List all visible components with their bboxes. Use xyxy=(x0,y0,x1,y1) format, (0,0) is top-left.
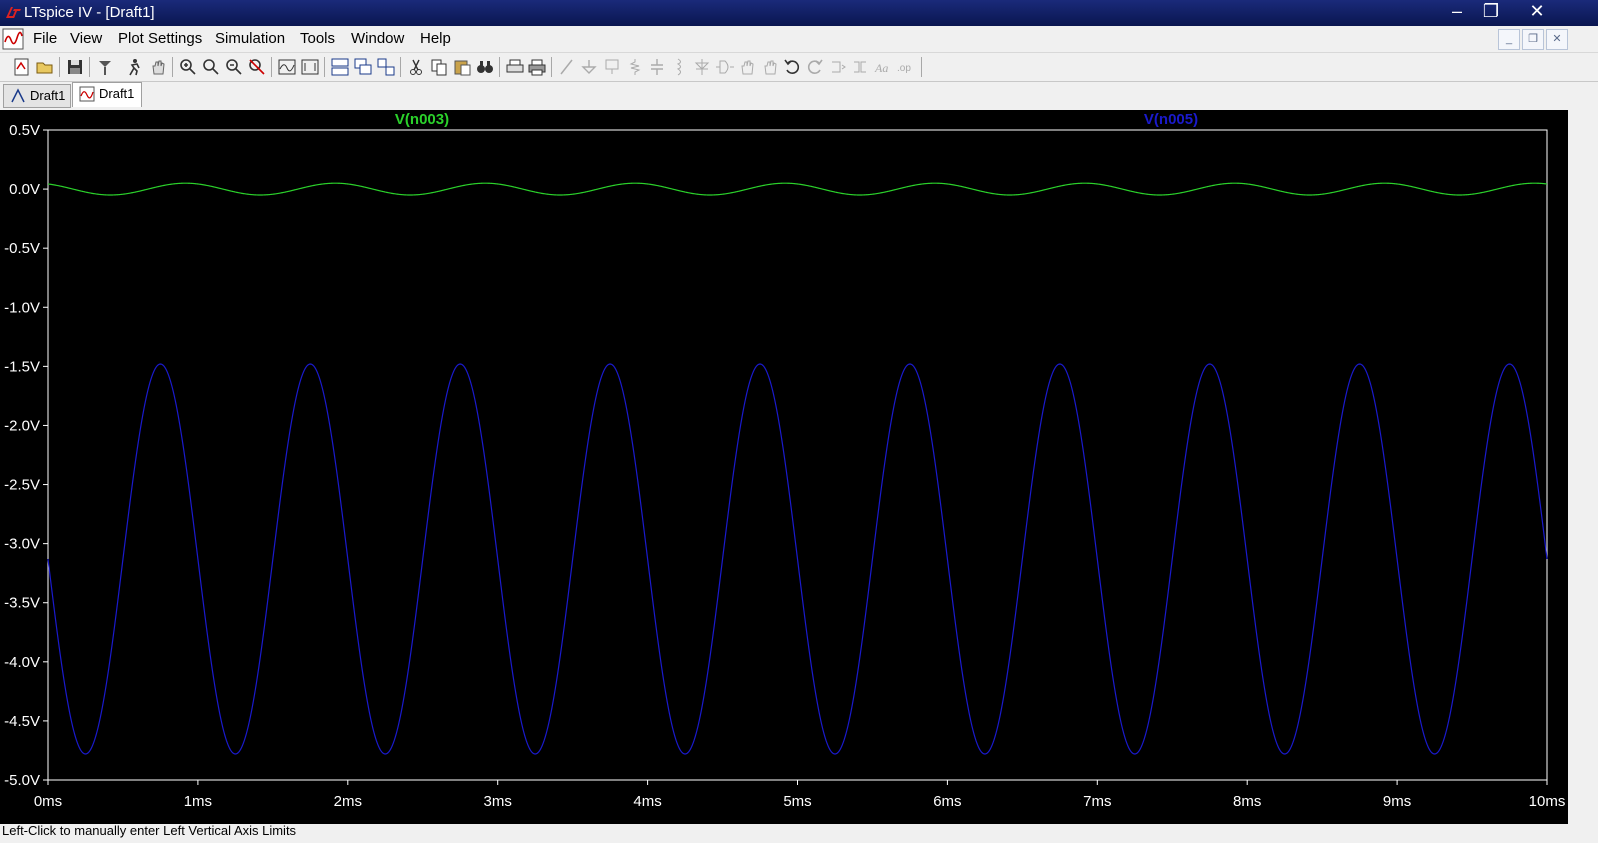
waveform-plot[interactable]: 0.5V 0.0V -0.5V -1.0V -1.5V -2.0V -2.5V -3.0V -3… xyxy=(0,110,1568,824)
x-tick-label: 8ms xyxy=(1233,793,1261,810)
x-tick-label: 7ms xyxy=(1083,793,1111,810)
x-tick-label: 0ms xyxy=(34,793,62,810)
toolbar: Aa .op xyxy=(0,53,1598,82)
y-tick-label: -2.5V xyxy=(4,477,40,494)
y-tick-label: 0.5V xyxy=(9,122,40,139)
menu-window[interactable]: Window xyxy=(351,30,404,47)
copy-icon[interactable] xyxy=(429,57,449,77)
x-tick-label: 9ms xyxy=(1383,793,1411,810)
y-tick-label: -4.0V xyxy=(4,654,40,671)
menu-plot-settings[interactable]: Plot Settings xyxy=(118,30,202,47)
zoom-out-icon[interactable] xyxy=(224,57,244,77)
tab-label: Draft1 xyxy=(99,86,135,101)
menu-bar: File View Plot Settings Simulation Tools… xyxy=(0,26,1598,53)
trace-label[interactable]: V(n005) xyxy=(1144,111,1198,128)
open-icon[interactable] xyxy=(35,57,55,77)
trace-label[interactable]: V(n003) xyxy=(395,111,449,128)
tab-waveform-draft1[interactable]: Draft1 xyxy=(72,82,142,107)
x-tick-label: 6ms xyxy=(933,793,961,810)
cascade-icon[interactable] xyxy=(353,57,373,77)
text-icon[interactable]: Aa xyxy=(873,57,893,77)
print-preview-icon[interactable] xyxy=(505,57,525,77)
wire-icon[interactable] xyxy=(557,57,577,77)
zoom-in-icon[interactable] xyxy=(178,57,198,77)
resistor-icon[interactable] xyxy=(625,57,645,77)
menu-file[interactable]: File xyxy=(33,30,57,47)
label-net-icon[interactable] xyxy=(602,57,622,77)
plot-frame xyxy=(47,129,1548,781)
status-bar: Left-Click to manually enter Left Vertic… xyxy=(0,823,1598,843)
redo-icon[interactable] xyxy=(805,57,825,77)
component-icon[interactable] xyxy=(715,57,735,77)
drag-icon[interactable] xyxy=(760,57,780,77)
ltspice-logo-icon xyxy=(6,7,21,18)
run-icon[interactable] xyxy=(124,57,144,77)
title-bar: LTspice IV - [Draft1] – ❐ ✕ xyxy=(0,0,1598,26)
tab-schematic-draft1[interactable]: Draft1 xyxy=(3,84,71,108)
tab-label: Draft1 xyxy=(30,88,66,103)
control-panel-icon[interactable] xyxy=(95,57,115,77)
window-title: LTspice IV - [Draft1] xyxy=(24,4,155,21)
waveform-chart[interactable]: 0.5V 0.0V -0.5V -1.0V -1.5V -2.0V -2.5V -3.0V -3… xyxy=(0,110,1568,824)
inductor-icon[interactable] xyxy=(669,57,689,77)
trace-v-n005 xyxy=(47,363,1548,755)
autorange-icon[interactable] xyxy=(277,57,297,77)
tile-icon[interactable] xyxy=(376,57,396,77)
x-tick-label: 4ms xyxy=(633,793,661,810)
status-text: Left-Click to manually enter Left Vertic… xyxy=(2,823,297,838)
ground-icon[interactable] xyxy=(579,57,599,77)
y-tick-label: -4.5V xyxy=(4,713,40,730)
svg-text:Aa: Aa xyxy=(874,61,888,75)
svg-text:.op: .op xyxy=(897,63,911,74)
y-tick-label: -0.5V xyxy=(4,240,40,257)
waveform-icon xyxy=(79,86,95,102)
trace-v-n003 xyxy=(47,182,1548,196)
pan-icon[interactable] xyxy=(148,57,168,77)
y-tick-label: -2.0V xyxy=(4,417,40,434)
menu-help[interactable]: Help xyxy=(420,30,451,47)
print-icon[interactable] xyxy=(527,57,547,77)
menu-simulation[interactable]: Simulation xyxy=(215,30,285,47)
tile-horizontal-icon[interactable] xyxy=(330,57,350,77)
plot-margin xyxy=(1568,110,1598,824)
zoom-area-icon[interactable] xyxy=(201,57,221,77)
minimize-button[interactable]: – xyxy=(1440,0,1474,22)
save-icon[interactable] xyxy=(65,57,85,77)
y-tick-label: -3.5V xyxy=(4,595,40,612)
y-tick-label: -1.0V xyxy=(4,299,40,316)
move-icon[interactable] xyxy=(737,57,757,77)
x-tick-label: 2ms xyxy=(334,793,362,810)
menu-tools[interactable]: Tools xyxy=(300,30,335,47)
zoom-cancel-icon[interactable] xyxy=(247,57,267,77)
undo-icon[interactable] xyxy=(782,57,802,77)
rotate-icon[interactable] xyxy=(828,57,848,77)
x-tick-label: 10ms xyxy=(1529,793,1566,810)
paste-icon[interactable] xyxy=(452,57,472,77)
find-icon[interactable] xyxy=(475,57,495,77)
new-schematic-icon[interactable] xyxy=(12,57,32,77)
y-tick-label: 0.0V xyxy=(9,181,40,198)
mdi-close-button[interactable]: ✕ xyxy=(1546,29,1568,50)
document-tab-bar: Draft1 Draft1 xyxy=(0,82,1598,109)
restore-button[interactable]: ❐ xyxy=(1474,0,1508,22)
capacitor-icon[interactable] xyxy=(647,57,667,77)
close-button[interactable]: ✕ xyxy=(1520,0,1554,22)
x-tick-label: 5ms xyxy=(783,793,811,810)
cut-icon[interactable] xyxy=(406,57,426,77)
y-tick-label: -3.0V xyxy=(4,536,40,553)
menu-view[interactable]: View xyxy=(70,30,102,47)
fit-icon[interactable] xyxy=(300,57,320,77)
waveform-document-icon[interactable] xyxy=(2,28,24,50)
mdi-minimize-button[interactable]: _ xyxy=(1498,29,1520,50)
y-tick-label: -1.5V xyxy=(4,358,40,375)
schematic-icon xyxy=(11,88,25,103)
y-tick-label: -5.0V xyxy=(4,772,40,789)
x-tick-label: 1ms xyxy=(184,793,212,810)
mirror-icon[interactable] xyxy=(850,57,870,77)
spice-directive-icon[interactable]: .op xyxy=(896,57,916,77)
diode-icon[interactable] xyxy=(692,57,712,77)
x-tick-label: 3ms xyxy=(484,793,512,810)
mdi-restore-button[interactable]: ❐ xyxy=(1522,29,1544,50)
